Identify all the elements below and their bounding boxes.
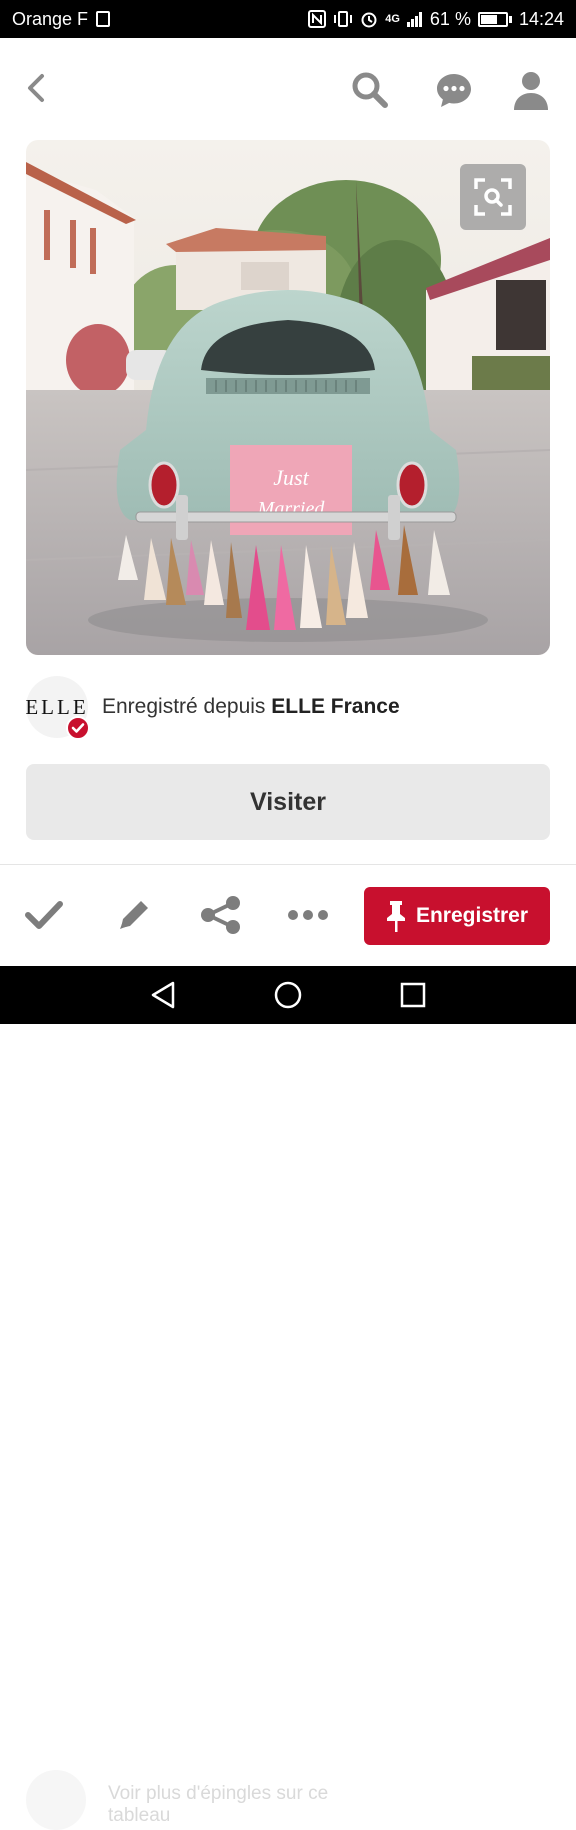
app-top-bar [0, 38, 576, 138]
nav-home-button[interactable] [263, 970, 313, 1020]
tried-it-button[interactable] [22, 895, 66, 935]
circle-home-icon [274, 981, 302, 1009]
save-pin-label: Enregistrer [415, 904, 529, 927]
board-more-text: Voir plus d'épingles sur ce [108, 1783, 329, 1804]
signal-icon [406, 12, 422, 27]
search-button[interactable] [348, 68, 392, 112]
visual-search-icon [474, 178, 512, 216]
nfc-icon [308, 10, 327, 28]
triangle-back-icon [151, 981, 174, 1009]
pencil-icon [120, 901, 148, 929]
vibrate-icon [334, 11, 353, 27]
user-icon [514, 72, 548, 110]
carrier-label: Orange F [12, 8, 89, 29]
clock: 14:24 [518, 8, 564, 29]
source-avatar[interactable]: ELLE [25, 676, 90, 740]
nav-back-button[interactable] [138, 970, 188, 1020]
svg-text:Just: Just [273, 465, 309, 490]
source-prefix: Enregistré depuis [102, 695, 266, 718]
verified-icon [66, 716, 90, 740]
board-more-text-2: tableau [108, 1805, 171, 1826]
profile-button[interactable] [510, 68, 552, 112]
alarm-icon [361, 12, 377, 28]
chat-icon [437, 74, 471, 107]
search-icon [352, 72, 388, 108]
status-bar: Orange F 4G 61 % 14:24 [0, 0, 576, 38]
system-nav-bar [0, 966, 576, 1024]
back-button[interactable] [18, 70, 54, 106]
visual-search-button[interactable] [460, 164, 526, 230]
pin-image[interactable]: Just Married [26, 140, 550, 655]
source-attribution: Enregistré depuis ELLE France [102, 695, 400, 719]
sim-icon [96, 11, 111, 27]
more-icon [288, 910, 328, 920]
source-name-link[interactable]: ELLE France [271, 695, 399, 718]
chevron-left-icon [28, 74, 44, 102]
battery-percent: 61 % [429, 8, 471, 29]
save-pin-button[interactable]: Enregistrer [364, 887, 550, 945]
network-type-label: 4G [385, 13, 400, 25]
square-recents-icon [401, 982, 426, 1008]
messages-button[interactable] [432, 68, 476, 112]
more-options-button[interactable] [286, 895, 330, 935]
battery-icon [477, 11, 512, 27]
pin-source[interactable]: ELLE Enregistré depuis ELLE France [25, 676, 550, 740]
board-thumbnail [26, 1770, 86, 1830]
check-icon [25, 901, 63, 929]
share-icon [201, 896, 240, 934]
pushpin-icon [386, 901, 405, 932]
share-button[interactable] [198, 895, 244, 935]
visit-button[interactable]: Visiter [26, 764, 550, 840]
nav-recents-button[interactable] [388, 970, 438, 1020]
edit-button[interactable] [114, 895, 154, 935]
